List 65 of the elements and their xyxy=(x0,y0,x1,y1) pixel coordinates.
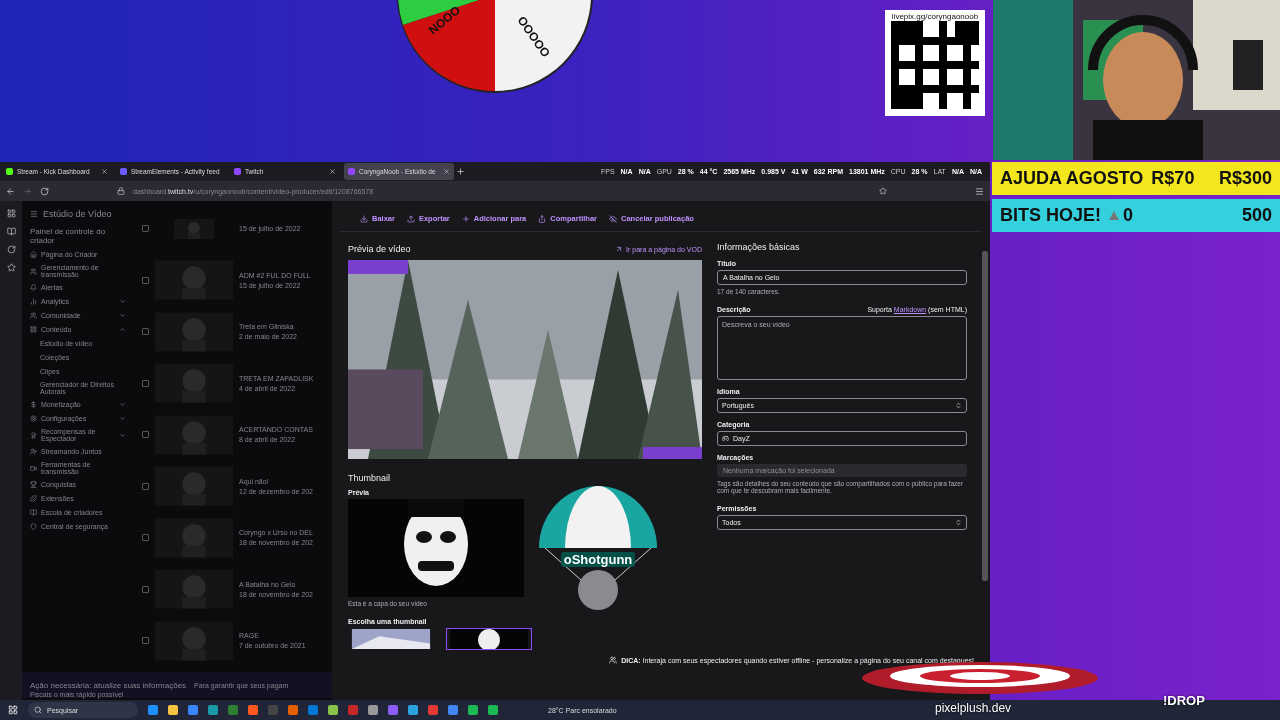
chevron-down-icon xyxy=(119,431,126,439)
book-icon xyxy=(30,509,37,516)
shield-icon xyxy=(30,523,37,530)
download-icon xyxy=(360,214,368,223)
checkbox[interactable] xyxy=(142,637,149,645)
checkbox[interactable] xyxy=(142,225,149,233)
checkbox[interactable] xyxy=(142,328,149,336)
upload-icon xyxy=(406,214,415,223)
award-icon xyxy=(30,431,37,439)
lock-icon xyxy=(117,187,125,195)
dollar-icon xyxy=(30,401,37,408)
checkbox[interactable] xyxy=(142,534,149,542)
chevrons-icon xyxy=(955,402,962,409)
forward-icon[interactable] xyxy=(23,186,32,196)
qr-code-icon xyxy=(891,21,979,109)
section-title: Thumbnail xyxy=(348,473,392,483)
checkbox[interactable] xyxy=(142,379,149,387)
checkbox[interactable] xyxy=(142,431,149,439)
trophy-icon xyxy=(30,481,37,488)
people-icon xyxy=(30,312,37,319)
gamepad-icon xyxy=(722,435,729,442)
checkbox[interactable] xyxy=(142,482,149,490)
panel-title: Painel de controle do criador xyxy=(29,226,107,246)
eye-off-icon xyxy=(609,214,617,223)
menu-icon[interactable] xyxy=(975,186,984,196)
bookmark-star-icon[interactable] xyxy=(879,187,887,195)
chevrons-icon xyxy=(955,519,962,526)
puzzle-icon xyxy=(30,495,37,502)
triangle-icon xyxy=(1109,211,1119,220)
emote-username: oShotgunn xyxy=(560,552,636,567)
close-icon[interactable] xyxy=(443,168,450,175)
bar-chart-icon xyxy=(30,298,37,305)
people-icon xyxy=(30,267,37,275)
arrow-icon xyxy=(615,245,624,253)
history-icon[interactable] xyxy=(6,245,16,254)
new-tab-icon[interactable] xyxy=(456,167,465,176)
chevron-up-icon xyxy=(119,326,126,333)
notice-title: Ação necessária: atualize suas informações xyxy=(30,680,187,690)
house-icon xyxy=(30,251,37,258)
reload-icon[interactable] xyxy=(40,186,49,196)
menu-icon[interactable] xyxy=(30,210,38,218)
section-title: Prévia de vídeo xyxy=(348,244,411,254)
camera-icon xyxy=(30,464,37,472)
start-icon[interactable] xyxy=(8,705,18,715)
bell-icon xyxy=(30,284,37,291)
page-title: Estúdio de Vídeo xyxy=(43,209,112,219)
settings-icon xyxy=(30,415,37,422)
checkbox[interactable] xyxy=(142,585,149,593)
section-title: Informações básicas xyxy=(717,242,801,252)
close-icon[interactable] xyxy=(101,168,108,175)
people-icon xyxy=(609,656,618,664)
back-icon[interactable] xyxy=(6,186,15,196)
thumbnail-option[interactable] xyxy=(446,628,532,650)
goal-bar: AJUDA AGOSTO R$70 R$300 xyxy=(992,162,1280,195)
user-plus-icon xyxy=(30,448,37,455)
scrollbar[interactable] xyxy=(982,251,988,581)
star-icon[interactable] xyxy=(6,263,16,272)
qr-caption: livepix.gg/coryngaonoob xyxy=(891,12,979,21)
checkbox[interactable] xyxy=(142,276,149,284)
plus-icon xyxy=(461,214,470,223)
search-icon xyxy=(34,706,42,714)
share-icon xyxy=(538,214,547,223)
goal-bar: BITS HOJE! 0 500 xyxy=(992,199,1280,232)
close-icon[interactable] xyxy=(329,168,336,175)
grid-icon xyxy=(30,326,37,333)
